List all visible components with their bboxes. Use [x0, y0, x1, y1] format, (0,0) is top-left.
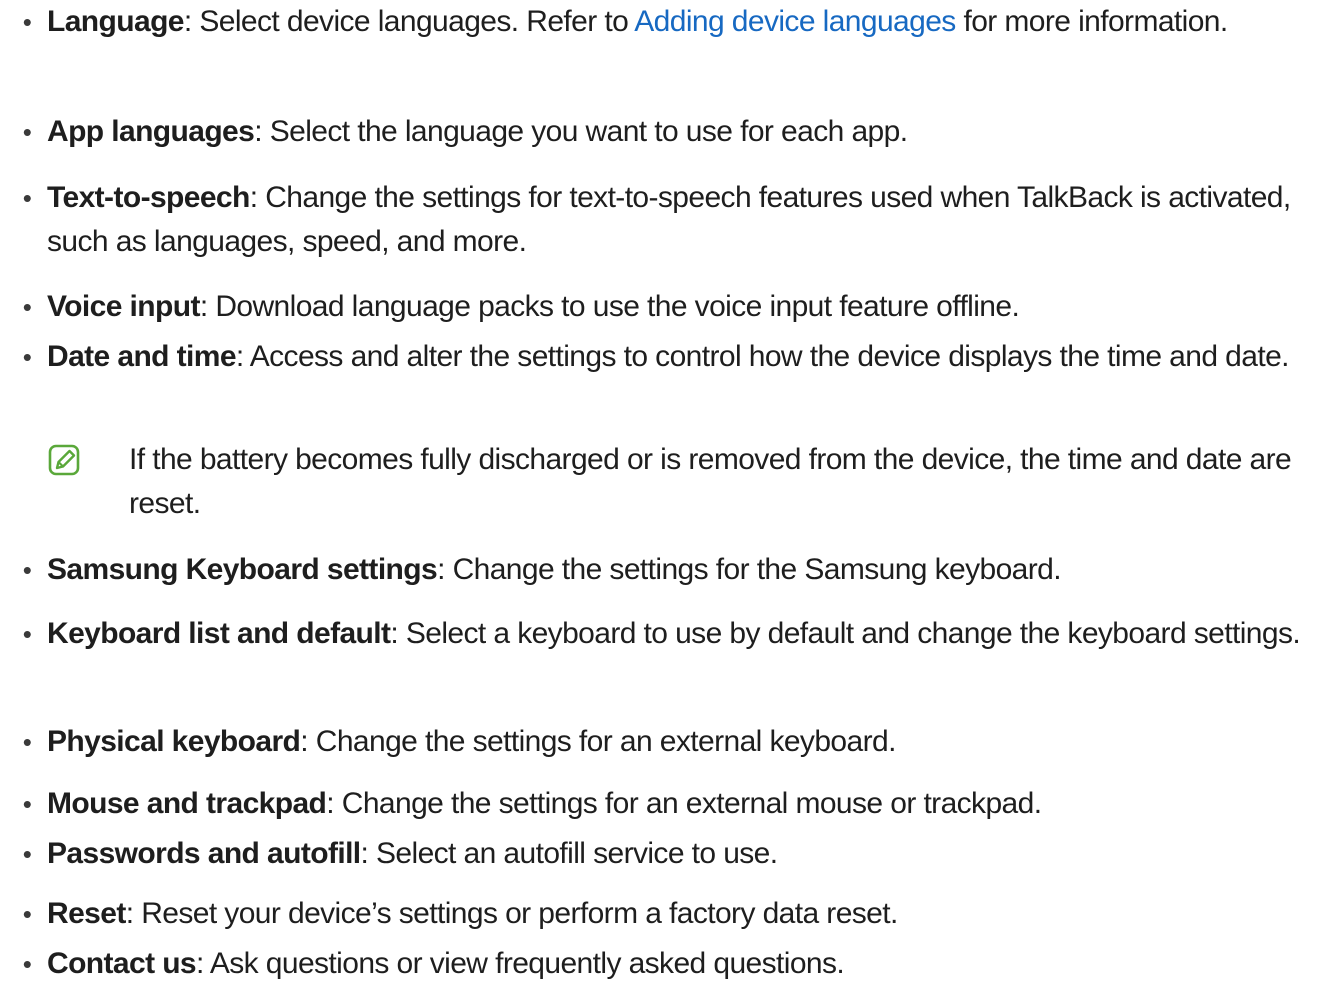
term-label: Physical keyboard: [47, 725, 301, 758]
list-item-text: Passwords and autofill: Select an autofi…: [47, 832, 1332, 876]
bullet: •: [22, 839, 32, 869]
note-text: If the battery becomes fully discharged …: [129, 443, 1292, 520]
bullet: •: [22, 555, 32, 585]
adding-device-languages-link[interactable]: Adding device languages: [634, 5, 956, 38]
item-description: : Access and alter the settings to contr…: [235, 340, 1290, 373]
term-label: Date and time: [47, 340, 237, 373]
note-pencil-icon: [48, 444, 80, 476]
bullet: •: [22, 949, 32, 979]
bullet: •: [22, 292, 32, 322]
bullet: •: [22, 789, 32, 819]
term-label: Reset: [47, 897, 126, 930]
item-description-tail: for more information.: [955, 5, 1228, 38]
item-description: : Change the settings for an external ke…: [300, 725, 896, 758]
item-description: : Reset your device’s settings or perfor…: [125, 897, 899, 930]
term-label: Contact us: [47, 947, 197, 980]
term-label: App languages: [47, 115, 255, 148]
bullet: •: [22, 727, 32, 757]
bullet: •: [22, 183, 32, 213]
item-description: : Change the settings for the Samsung ke…: [437, 553, 1061, 586]
term-label: Passwords and autofill: [47, 837, 361, 870]
term-label: Language: [47, 5, 184, 38]
list-item-text: Physical keyboard: Change the settings f…: [47, 720, 1332, 764]
item-description: : Ask questions or view frequently asked…: [196, 947, 845, 980]
bullet: •: [22, 342, 32, 372]
item-description: : Select a keyboard to use by default an…: [390, 617, 1301, 650]
term-label: Keyboard list and default: [47, 617, 391, 650]
list-item-text: Samsung Keyboard settings: Change the se…: [47, 548, 1332, 592]
term-label: Mouse and trackpad: [47, 787, 327, 820]
bullet: •: [22, 899, 32, 929]
item-description: : Select the language you want to use fo…: [254, 115, 908, 148]
list-item-text: Text-to-speech: Change the settings for …: [47, 176, 1332, 264]
list-item-text: Keyboard list and default: Select a keyb…: [47, 612, 1332, 656]
item-description: : Change the settings for an external mo…: [326, 787, 1042, 820]
item-description: : Select device languages. Refer to: [183, 5, 635, 38]
bullet: •: [22, 117, 32, 147]
list-item-text: Date and time: Access and alter the sett…: [47, 335, 1332, 379]
term-label: Voice input: [47, 290, 200, 323]
list-item-text: Mouse and trackpad: Change the settings …: [47, 782, 1332, 826]
list-item-text: App languages: Select the language you w…: [47, 110, 1332, 154]
term-label: Text-to-speech: [47, 181, 250, 214]
list-item-text: Language: Select device languages. Refer…: [47, 0, 1332, 44]
list-item-text: Reset: Reset your device’s settings or p…: [47, 892, 1332, 936]
list-item-text: Contact us: Ask questions or view freque…: [47, 942, 1332, 986]
bullet: •: [22, 7, 32, 37]
item-description: : Download language packs to use the voi…: [199, 290, 1020, 323]
term-label: Samsung Keyboard settings: [47, 553, 438, 586]
list-item-text: Voice input: Download language packs to …: [47, 285, 1332, 329]
item-description: : Select an autofill service to use.: [360, 837, 779, 870]
bullet: •: [22, 619, 32, 649]
